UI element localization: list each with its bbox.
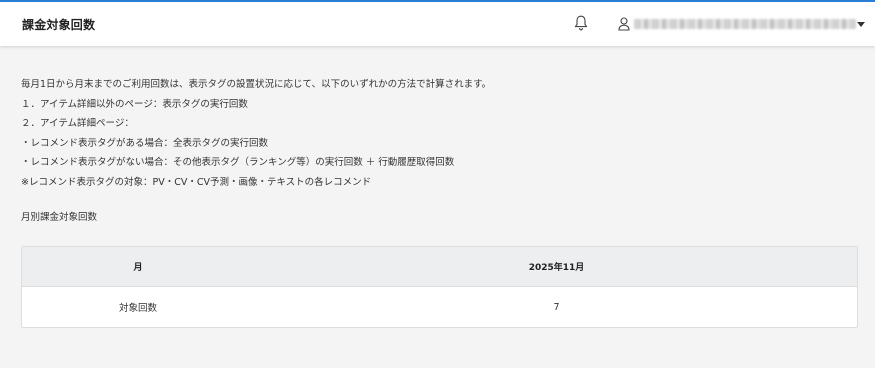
- section-label: 月別課金対象回数: [21, 212, 98, 223]
- row-label: 対象回数: [118, 303, 157, 314]
- user-email-redacted: [634, 19, 856, 29]
- page-title: 課金対象回数: [22, 18, 96, 32]
- table-header-row: 月 2025年11月: [22, 247, 857, 287]
- description-line: ・レコメンド表示タグがない場合：その他表示タグ（ランキング等）の実行回数 ＋ 行…: [21, 157, 455, 169]
- monthly-billing-table: 月 2025年11月 対象回数 7: [21, 246, 858, 328]
- column-header-period: 2025年11月: [528, 263, 585, 273]
- bell-icon[interactable]: [574, 15, 588, 31]
- row-value: 7: [553, 301, 560, 313]
- billing-description: 毎月1日から月末までのご利用回数は、表示タグの設置状況に応じて、以下のいずれかの…: [21, 75, 491, 193]
- user-icon: [618, 17, 630, 31]
- description-line: ２．アイテム詳細ページ：: [21, 118, 134, 130]
- user-menu[interactable]: [618, 15, 856, 33]
- description-line: 毎月1日から月末までのご利用回数は、表示タグの設置状況に応じて、以下のいずれかの…: [21, 79, 492, 90]
- caret-down-icon[interactable]: [857, 22, 865, 27]
- app-header: 課金対象回数: [0, 0, 875, 46]
- column-header-month: 月: [133, 263, 143, 273]
- description-line: ・レコメンド表示タグがある場合：全表示タグの実行回数: [21, 137, 269, 149]
- description-line: １．アイテム詳細以外のページ：表示タグの実行回数: [21, 98, 248, 110]
- table-row: 対象回数 7: [22, 287, 857, 327]
- description-line: ※レコメンド表示タグの対象：PV・CV・CV予測・画像・テキストの各レコメンド: [21, 176, 372, 188]
